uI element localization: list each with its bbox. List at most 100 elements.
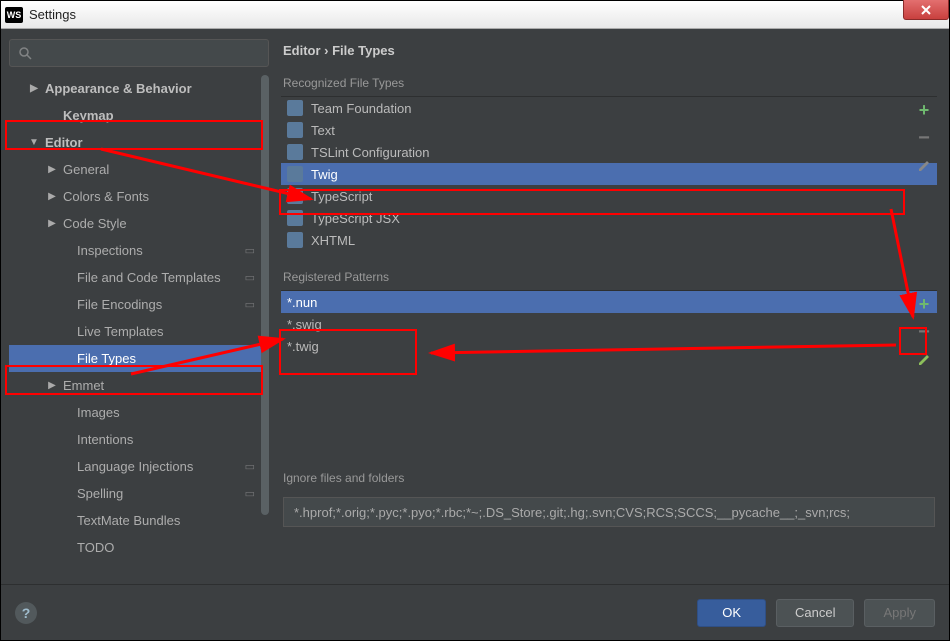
file-types-actions: + −: [915, 101, 933, 175]
file-type-row[interactable]: TSLint Configuration: [281, 141, 937, 163]
file-type-icon: [287, 144, 303, 160]
project-scope-icon: ▭: [245, 244, 255, 257]
file-type-icon: [287, 122, 303, 138]
search-icon: [18, 46, 32, 60]
tree-item-label: Spelling: [77, 486, 123, 501]
chevron-right-icon: ▶: [45, 164, 59, 175]
add-file-type-button[interactable]: +: [915, 101, 933, 119]
project-scope-icon: ▭: [245, 487, 255, 500]
close-icon: [920, 4, 932, 16]
tree-item-label: Images: [77, 405, 120, 420]
dialog-footer: ? OK Cancel Apply: [1, 584, 949, 640]
ok-button[interactable]: OK: [697, 599, 766, 627]
tree-item-intentions[interactable]: Intentions: [9, 426, 269, 453]
search-input[interactable]: [9, 39, 269, 67]
chevron-down-icon: ▼: [27, 137, 41, 148]
recognized-file-types-label: Recognized File Types: [281, 72, 937, 96]
tree-item-keymap[interactable]: Keymap: [9, 102, 269, 129]
file-type-label: XHTML: [311, 233, 355, 248]
pattern-label: *.nun: [287, 295, 317, 310]
pattern-label: *.swig: [287, 317, 322, 332]
tree-item-label: Inspections: [77, 243, 143, 258]
footer-buttons: OK Cancel Apply: [697, 599, 935, 627]
tree-item-general[interactable]: ▶General: [9, 156, 269, 183]
remove-file-type-button[interactable]: −: [915, 129, 933, 147]
ignore-section: Ignore files and folders: [283, 467, 935, 527]
tree-item-inspections[interactable]: Inspections ▭: [9, 237, 269, 264]
tree-item-label: Colors & Fonts: [63, 189, 149, 204]
edit-file-type-button[interactable]: [915, 157, 933, 175]
file-type-label: TypeScript JSX: [311, 211, 400, 226]
ignore-input[interactable]: [294, 505, 924, 520]
project-scope-icon: ▭: [245, 298, 255, 311]
apply-button[interactable]: Apply: [864, 599, 935, 627]
tree-item-textmate-bundles[interactable]: TextMate Bundles: [9, 507, 269, 534]
pattern-row[interactable]: *.nun: [281, 291, 937, 313]
file-type-row[interactable]: Team Foundation: [281, 97, 937, 119]
file-type-icon: [287, 210, 303, 226]
tree-item-file-and-code-templates[interactable]: File and Code Templates▭: [9, 264, 269, 291]
pattern-row[interactable]: *.swig: [281, 313, 937, 335]
help-button[interactable]: ?: [15, 602, 37, 624]
tree-item-label: Intentions: [77, 432, 133, 447]
tree-item-spelling[interactable]: Spelling ▭: [9, 480, 269, 507]
file-type-row[interactable]: Twig: [281, 163, 937, 185]
file-type-icon: [287, 166, 303, 182]
titlebar: WS Settings: [1, 1, 949, 29]
tree-item-images[interactable]: Images: [9, 399, 269, 426]
tree-item-todo[interactable]: TODO: [9, 534, 269, 561]
pattern-row[interactable]: *.twig: [281, 335, 937, 357]
edit-pattern-button[interactable]: [915, 351, 933, 369]
tree-item-label: Emmet: [63, 378, 104, 393]
tree-item-emmet[interactable]: ▶ Emmet: [9, 372, 269, 399]
file-type-icon: [287, 100, 303, 116]
file-type-row[interactable]: TypeScript: [281, 185, 937, 207]
chevron-right-icon: ▶: [45, 191, 59, 202]
registered-patterns-label: Registered Patterns: [281, 266, 937, 290]
tree-item-colors-fonts[interactable]: ▶ Colors & Fonts: [9, 183, 269, 210]
tree-scrollbar[interactable]: [261, 75, 269, 515]
tree-item-file-encodings[interactable]: File Encodings ▭: [9, 291, 269, 318]
content-area: ▶Appearance & Behavior Keymap ▼Editor▶Gene…: [1, 29, 949, 584]
tree-item-label: File Types: [77, 351, 136, 366]
tree-item-label: Code Style: [63, 216, 127, 231]
recognized-file-types-list[interactable]: Team Foundation Text TSLint Configuration T…: [281, 96, 937, 252]
chevron-right-icon: ▶: [27, 83, 41, 94]
project-scope-icon: ▭: [245, 460, 255, 473]
app-icon: WS: [5, 7, 23, 23]
file-type-row[interactable]: Text: [281, 119, 937, 141]
tree-item-label: Live Templates: [77, 324, 163, 339]
registered-patterns-list[interactable]: *.nun *.swig *.twig + −: [281, 290, 937, 445]
file-type-label: Team Foundation: [311, 101, 411, 116]
settings-main: Editor › File Types Recognized File Type…: [281, 39, 941, 584]
tree-item-label: Language Injections: [77, 459, 193, 474]
add-pattern-button[interactable]: +: [915, 295, 933, 313]
tree-item-live-templates[interactable]: Live Templates: [9, 318, 269, 345]
tree-item-label: Keymap: [63, 108, 114, 123]
settings-tree[interactable]: ▶Appearance & Behavior Keymap ▼Editor▶Gene…: [9, 75, 269, 584]
tree-item-editor[interactable]: ▼Editor: [9, 129, 269, 156]
cancel-button[interactable]: Cancel: [776, 599, 854, 627]
chevron-right-icon: ▶: [45, 218, 59, 229]
file-type-icon: [287, 188, 303, 204]
tree-item-label: File Encodings: [77, 297, 162, 312]
tree-item-appearance-behavior[interactable]: ▶Appearance & Behavior: [9, 75, 269, 102]
tree-item-file-types[interactable]: File Types: [9, 345, 269, 372]
ignore-label: Ignore files and folders: [283, 467, 935, 491]
remove-pattern-button[interactable]: −: [915, 323, 933, 341]
file-type-row[interactable]: TypeScript JSX: [281, 207, 937, 229]
file-type-row[interactable]: XHTML: [281, 229, 937, 251]
window-close-button[interactable]: [903, 0, 949, 20]
file-type-label: Text: [311, 123, 335, 138]
pencil-icon: [917, 353, 931, 367]
window-title: Settings: [29, 7, 76, 22]
file-type-label: TSLint Configuration: [311, 145, 430, 160]
tree-item-language-injections[interactable]: Language Injections ▭: [9, 453, 269, 480]
file-type-icon: [287, 232, 303, 248]
settings-sidebar: ▶Appearance & Behavior Keymap ▼Editor▶Gene…: [9, 39, 269, 584]
tree-item-code-style[interactable]: ▶ Code Style: [9, 210, 269, 237]
tree-item-label: TODO: [77, 540, 114, 555]
chevron-right-icon: ▶: [45, 380, 59, 391]
pattern-actions: + −: [915, 295, 933, 369]
file-type-label: Twig: [311, 167, 338, 182]
